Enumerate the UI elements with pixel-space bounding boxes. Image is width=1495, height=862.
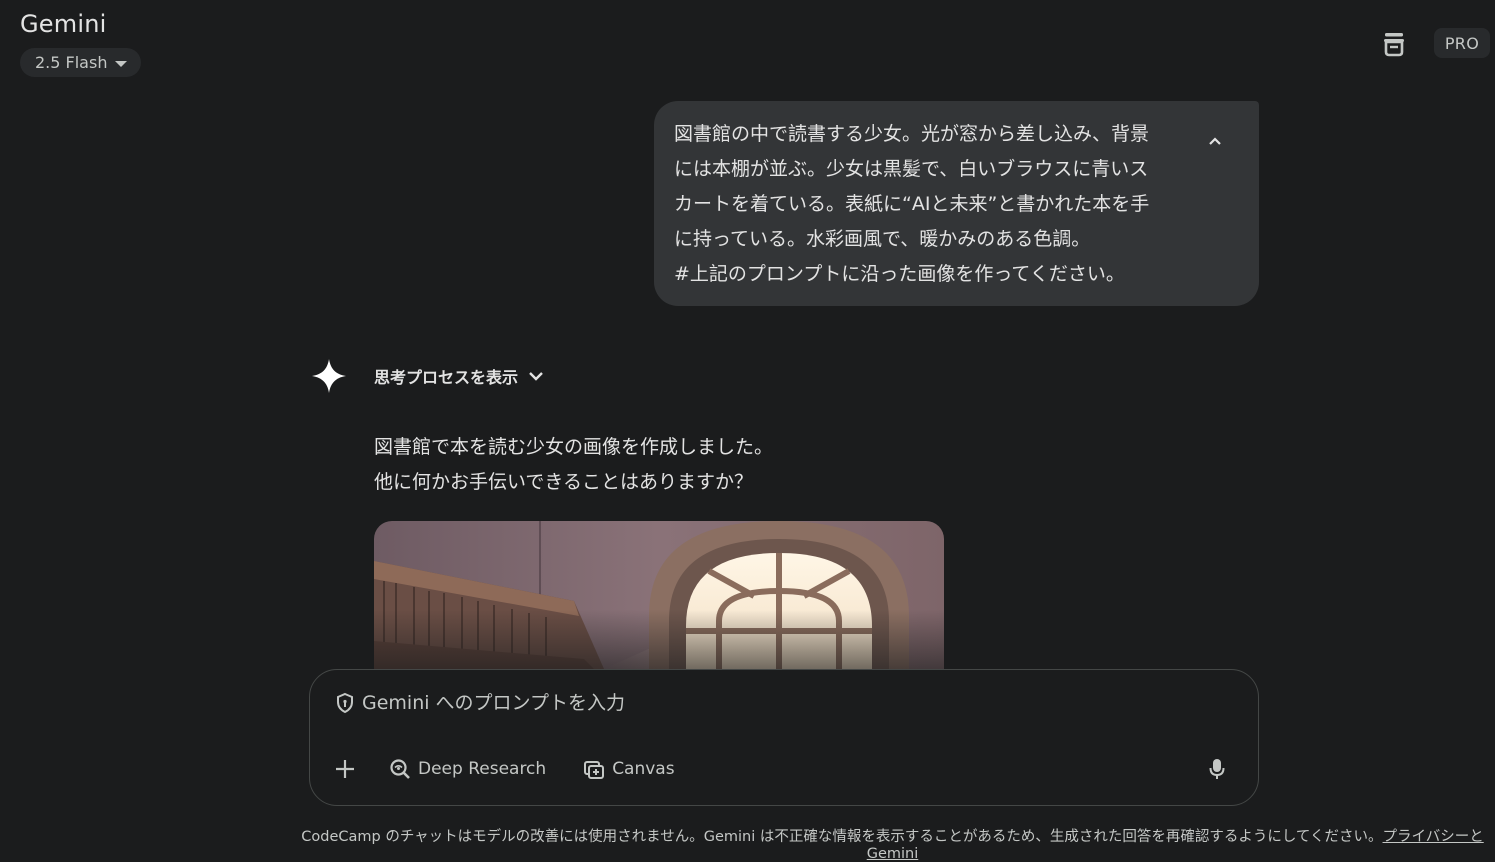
shield-icon — [337, 692, 353, 714]
disclaimer-text: CodeCamp のチャットはモデルの改善には使用されません。Gemini は不… — [301, 829, 1383, 845]
model-picker-button[interactable]: 2.5 Flash — [20, 48, 142, 77]
model-label: 2.5 Flash — [35, 53, 108, 72]
response-text: 図書館で本を読む少女の画像を作成しました。 他に何かお手伝いできることはあります… — [374, 430, 773, 500]
top-bar: Gemini 2.5 Flash PRO — [0, 0, 1495, 90]
footer-disclaimer: CodeCamp のチャットはモデルの改善には使用されません。Gemini は不… — [0, 825, 1495, 862]
plus-icon — [336, 760, 354, 778]
prompt-input-row — [334, 692, 1162, 714]
canvas-button[interactable]: Canvas — [582, 754, 675, 784]
delete-icon — [1384, 33, 1404, 57]
input-toolbar: Deep Research Canvas — [330, 754, 1238, 784]
show-thinking-toggle[interactable]: 思考プロセスを表示 — [374, 363, 544, 389]
prompt-input-box[interactable]: Deep Research Canvas — [309, 669, 1259, 806]
response-line: 他に何かお手伝いできることはありますか？ — [374, 471, 754, 493]
generated-image-illustration — [374, 521, 944, 669]
microphone-button[interactable] — [1202, 754, 1232, 784]
thinking-label: 思考プロセスを表示 — [374, 368, 519, 387]
generated-image[interactable] — [374, 521, 944, 669]
gemini-sparkle-icon — [312, 359, 346, 393]
canvas-label: Canvas — [612, 759, 675, 779]
deep-research-button[interactable]: Deep Research — [388, 754, 546, 784]
canvas-icon — [584, 761, 605, 779]
delete-chat-button[interactable] — [1378, 29, 1410, 59]
chevron-down-icon — [529, 372, 543, 381]
prompt-input[interactable] — [362, 692, 1162, 714]
deep-research-label: Deep Research — [418, 759, 547, 779]
app-title: Gemini — [20, 10, 107, 38]
response-line: 図書館で本を読む少女の画像を作成しました。 — [374, 436, 774, 458]
deep-research-icon — [390, 759, 410, 779]
collapse-message-button[interactable] — [1201, 127, 1229, 155]
user-message-bubble: 図書館の中で読書する少女。光が窓から差し込み、背景 には本棚が並ぶ。少女は黒髪で… — [654, 101, 1259, 306]
pro-badge[interactable]: PRO — [1434, 28, 1490, 58]
add-attachment-button[interactable] — [330, 754, 360, 784]
dropdown-caret-icon — [115, 60, 128, 67]
mic-icon — [1209, 759, 1225, 779]
chevron-up-icon — [1209, 137, 1221, 145]
user-message-text: 図書館の中で読書する少女。光が窓から差し込み、背景 には本棚が並ぶ。少女は黒髪で… — [674, 123, 1150, 285]
